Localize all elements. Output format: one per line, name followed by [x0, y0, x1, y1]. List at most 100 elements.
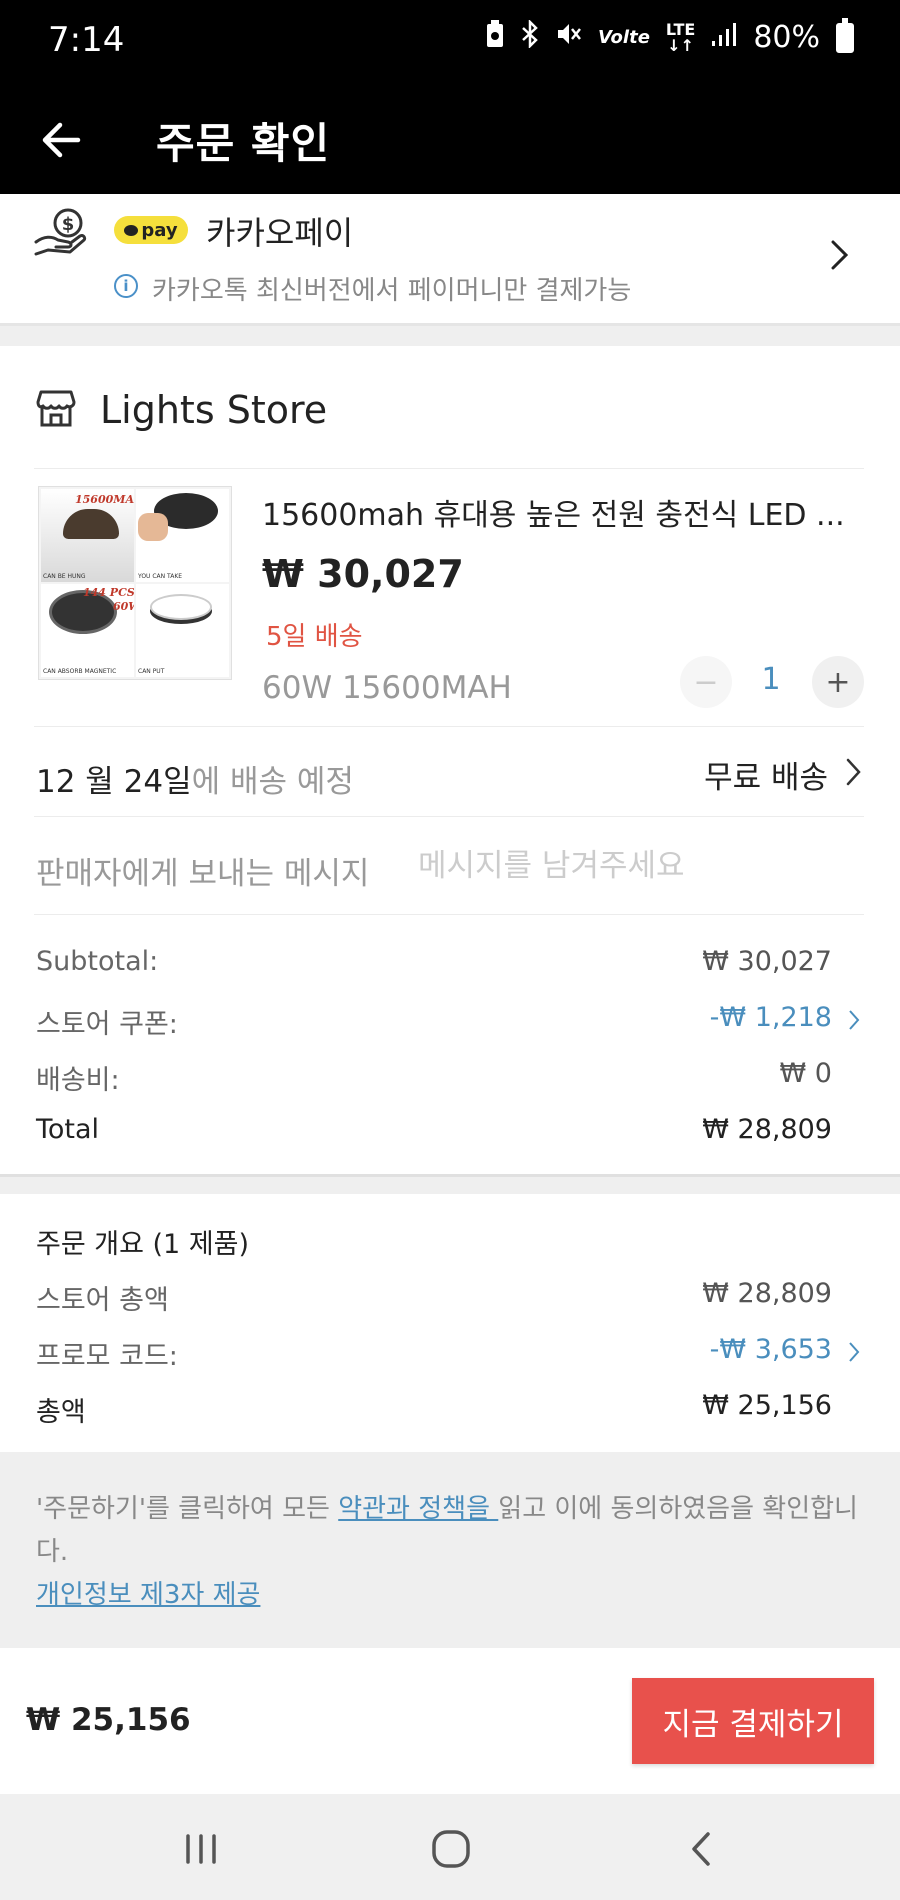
quantity-decrease-button[interactable]: − [680, 656, 732, 708]
status-icons: Volte LTE ↓↑ 80% [486, 17, 854, 55]
battery-percent: 80% [753, 20, 820, 55]
page-title: 주문 확인 [156, 119, 331, 168]
status-bar: 7:14 Volte LTE ↓↑ 80% [0, 0, 900, 86]
shipping-fee-value: ₩ 0 [779, 1058, 832, 1089]
divider [34, 468, 864, 469]
divider [34, 816, 864, 817]
store-coupon-label: 스토어 쿠폰: [36, 1009, 178, 1040]
store-total-value: ₩ 28,809 [702, 1278, 832, 1309]
legal-prefix: '주문하기'를 클릭하여 모든 [36, 1494, 339, 1524]
payment-method-row[interactable]: $ pay 카카오페이 i 카카오톡 최신버전에서 페이머니만 결제가능 [0, 194, 900, 326]
total-label: Total [36, 1114, 100, 1145]
image-label: 15600MAH [75, 493, 134, 506]
system-nav-bar [0, 1794, 900, 1900]
divider [34, 726, 864, 727]
pay-badge-label: pay [141, 219, 178, 241]
battery-icon [836, 17, 854, 53]
subtotal-label: Subtotal: [36, 946, 159, 977]
promo-code-row[interactable]: 프로모 코드: -₩ 3,653 [0, 1326, 900, 1376]
image-caption: YOU CAN TAKE [138, 573, 183, 580]
shipping-date-value: 12 월 24일 [36, 764, 192, 800]
arrow-left-icon [42, 122, 81, 158]
info-icon: i [114, 274, 138, 298]
image-caption: CAN PUT [138, 668, 165, 675]
total-value: ₩ 28,809 [702, 1114, 832, 1145]
image-label: 144 PCS LED [83, 586, 134, 599]
section-gap [0, 1174, 900, 1194]
recents-icon[interactable] [178, 1826, 224, 1872]
product-image-panel: CAN PUT [136, 584, 229, 677]
promo-code-label: 프로모 코드: [36, 1341, 178, 1372]
product-image-panel: YOU CAN TAKE [136, 489, 229, 582]
store-header: Lights Store [0, 346, 900, 470]
divider [34, 914, 864, 915]
app-bar: 주문 확인 [0, 86, 900, 194]
quantity-increase-button[interactable]: + [812, 656, 864, 708]
nav-back-icon[interactable] [680, 1826, 726, 1872]
privacy-link[interactable]: 개인정보 제3자 제공 [36, 1580, 260, 1610]
pay-now-button[interactable]: 지금 결제하기 [632, 1678, 874, 1764]
kakaopay-badge: pay [114, 216, 188, 244]
terms-link[interactable]: 약관과 정책을 [338, 1494, 498, 1524]
shipping-row[interactable]: 12 월 24일에 배송 예정 무료 배송 [0, 728, 900, 818]
store-coupon-value: -₩ 1,218 [709, 1002, 832, 1033]
shipping-date: 12 월 24일에 배송 예정 [36, 756, 354, 801]
seller-message-label: 판매자에게 보내는 메시지 [36, 856, 370, 892]
total-row: Total ₩ 28,809 [0, 1106, 900, 1156]
hand-graphic [138, 513, 168, 541]
store-total-row: 스토어 총액 ₩ 28,809 [0, 1270, 900, 1320]
grand-total-value: ₩ 25,156 [702, 1390, 832, 1421]
lte-icon: LTE ↓↑ [665, 19, 696, 55]
chevron-right-icon [848, 1008, 860, 1032]
image-label: 60W [113, 600, 134, 613]
promo-code-value: -₩ 3,653 [709, 1334, 832, 1365]
seller-message-input[interactable] [418, 842, 858, 890]
order-overview-title: 주문 개요 (1 제품) [36, 1229, 250, 1260]
status-time: 7:14 [48, 20, 125, 60]
store-icon [36, 388, 76, 428]
section-gap [0, 326, 900, 346]
delivery-days: 5일 배송 [266, 622, 363, 652]
legal-notice: '주문하기'를 클릭하여 모든 약관과 정책을 읽고 이에 동의하였음을 확인합… [0, 1452, 900, 1648]
chevron-right-icon [848, 1340, 860, 1364]
lamp-graphic [63, 509, 119, 539]
grand-total-row: 총액 ₩ 25,156 [0, 1382, 900, 1432]
signal-icon [711, 21, 737, 54]
store-total-label: 스토어 총액 [36, 1285, 169, 1316]
product-image[interactable]: 15600MAH CAN BE HUNG YOU CAN TAKE 144 PC… [38, 486, 232, 680]
seller-message-row: 판매자에게 보내는 메시지 [0, 818, 900, 914]
image-caption: CAN ABSORB MAGNETIC [43, 668, 117, 675]
product-image-panel: 15600MAH CAN BE HUNG [41, 489, 134, 582]
product-variant[interactable]: 60W 15600MAH [262, 670, 512, 706]
footer-total: ₩ 25,156 [26, 1702, 191, 1738]
chevron-right-icon [846, 756, 862, 788]
chat-bubble-icon [124, 224, 139, 236]
mute-icon [556, 21, 582, 54]
svg-text:$: $ [62, 214, 75, 235]
store-coupon-row[interactable]: 스토어 쿠폰: -₩ 1,218 [0, 994, 900, 1044]
checkout-footer: ₩ 25,156 지금 결제하기 [0, 1648, 900, 1794]
subtotal-value: ₩ 30,027 [702, 946, 832, 977]
legal-text: '주문하기'를 클릭하여 모든 약관과 정책을 읽고 이에 동의하였음을 확인합… [36, 1488, 866, 1617]
battery-saver-icon [486, 20, 504, 55]
lamp-graphic [150, 594, 212, 620]
payment-note: 카카오톡 최신버전에서 페이머니만 결제가능 [152, 276, 632, 306]
quantity-value: 1 [761, 662, 781, 697]
product-price: ₩ 30,027 [262, 552, 464, 596]
image-caption: CAN BE HUNG [43, 573, 86, 580]
shipping-fee-label: 배송비: [36, 1065, 120, 1096]
home-icon[interactable] [428, 1826, 474, 1872]
money-hand-icon: $ [34, 206, 88, 258]
volte-icon: Volte [597, 27, 650, 48]
product-title[interactable]: 15600mah 휴대용 높은 전원 충전식 LED ... [262, 490, 862, 534]
grand-total-label: 총액 [36, 1397, 86, 1428]
back-button[interactable] [38, 112, 88, 168]
chevron-right-icon [830, 236, 850, 274]
payment-method-name: 카카오페이 [206, 214, 354, 252]
shipping-method: 무료 배송 [704, 760, 828, 796]
bluetooth-icon [520, 18, 540, 55]
shipping-date-suffix: 에 배송 예정 [191, 764, 354, 800]
product-image-panel: 144 PCS LED 60W CAN ABSORB MAGNETIC [41, 584, 134, 677]
subtotal-row: Subtotal: ₩ 30,027 [0, 938, 900, 988]
store-name: Lights Store [100, 388, 328, 432]
